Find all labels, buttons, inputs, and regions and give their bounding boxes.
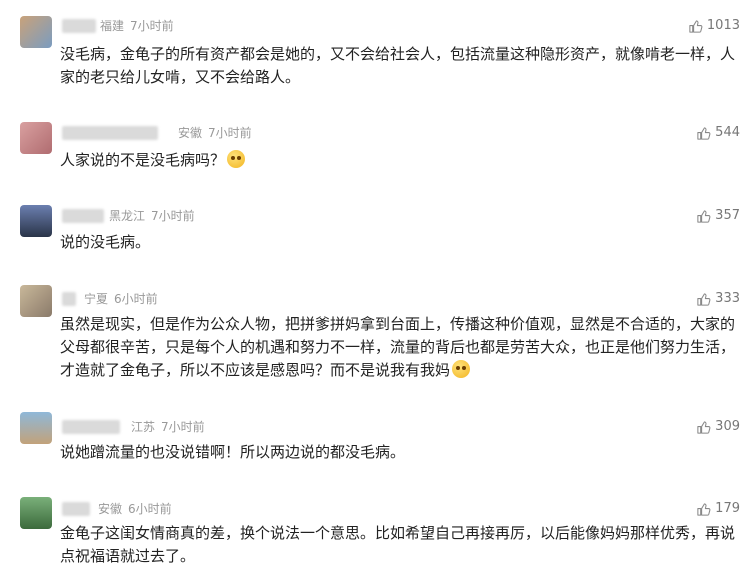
comment-text: 没毛病，金龟子的所有资产都会是她的，又不会给社会人，包括流量这种隐形资产，就像啃… <box>60 45 736 86</box>
avatar[interactable] <box>20 285 52 317</box>
like-button[interactable]: 309 <box>696 419 740 435</box>
thumbs-up-icon <box>697 502 711 516</box>
thumbs-up-icon <box>697 420 711 434</box>
like-count: 179 <box>715 501 740 516</box>
thumbs-up-icon <box>697 292 711 306</box>
thumbs-up-icon <box>697 126 711 140</box>
location: 宁夏 <box>84 292 109 306</box>
location: 安徽 <box>98 502 123 516</box>
like-button[interactable]: 333 <box>696 291 740 307</box>
comment-text: 虽然是现实，但是作为公众人物，把拼爹拼妈拿到台面上，传播这种价值观，显然是不合适… <box>60 313 740 382</box>
timestamp: 6小时前 <box>128 502 172 516</box>
emoji-icon <box>452 360 471 378</box>
comment-text: 金龟子这闺女情商真的差，换个说法一个意思。比如希望自己再接再厉，以后能像妈妈那样… <box>60 524 736 565</box>
timestamp: 7小时前 <box>161 420 205 434</box>
location: 黑龙江 <box>109 209 146 223</box>
location: 福建 <box>100 19 125 33</box>
avatar[interactable] <box>20 205 52 237</box>
comment-meta: 福建 7小时前 <box>100 18 180 34</box>
comment-text-content: 虽然是现实，但是作为公众人物，把拼爹拼妈拿到台面上，传播这种价值观，显然是不合适… <box>60 315 736 379</box>
comment-text: 说的没毛病。 <box>60 233 151 251</box>
nickname[interactable] <box>62 420 120 434</box>
avatar[interactable] <box>20 412 52 444</box>
nickname[interactable] <box>62 292 76 306</box>
like-button[interactable]: 179 <box>696 501 740 517</box>
thumbs-up-icon <box>689 19 703 33</box>
like-count: 333 <box>715 291 740 306</box>
comment-meta: 安徽 6小时前 <box>98 501 178 517</box>
comment-text-content: 人家说的不是没毛病吗？ <box>60 151 226 169</box>
nickname[interactable] <box>62 502 90 516</box>
comment-meta: 黑龙江 7小时前 <box>109 208 201 224</box>
timestamp: 6小时前 <box>114 292 158 306</box>
nickname[interactable] <box>62 126 158 140</box>
location: 江苏 <box>131 420 156 434</box>
location: 安徽 <box>178 126 203 140</box>
comment-text: 说她蹭流量的也没说错啊！所以两边说的都没毛病。 <box>60 443 406 461</box>
avatar[interactable] <box>20 497 52 529</box>
like-button[interactable]: 544 <box>696 125 740 141</box>
like-count: 544 <box>715 125 740 140</box>
timestamp: 7小时前 <box>130 19 174 33</box>
comment-meta: 江苏 7小时前 <box>131 419 211 435</box>
nickname[interactable] <box>62 19 96 33</box>
nickname[interactable] <box>62 209 104 223</box>
emoji-icon <box>227 150 246 168</box>
like-button[interactable]: 1013 <box>688 18 740 34</box>
comment-text: 人家说的不是没毛病吗？ <box>60 149 740 172</box>
like-count: 309 <box>715 419 740 434</box>
timestamp: 7小时前 <box>208 126 252 140</box>
comment-meta: 安徽 7小时前 <box>178 125 258 141</box>
like-count: 1013 <box>706 18 740 33</box>
comment-meta: 宁夏 6小时前 <box>84 291 164 307</box>
thumbs-up-icon <box>697 209 711 223</box>
avatar[interactable] <box>20 16 52 48</box>
like-count: 357 <box>715 208 740 223</box>
timestamp: 7小时前 <box>151 209 195 223</box>
like-button[interactable]: 357 <box>696 208 740 224</box>
avatar[interactable] <box>20 122 52 154</box>
